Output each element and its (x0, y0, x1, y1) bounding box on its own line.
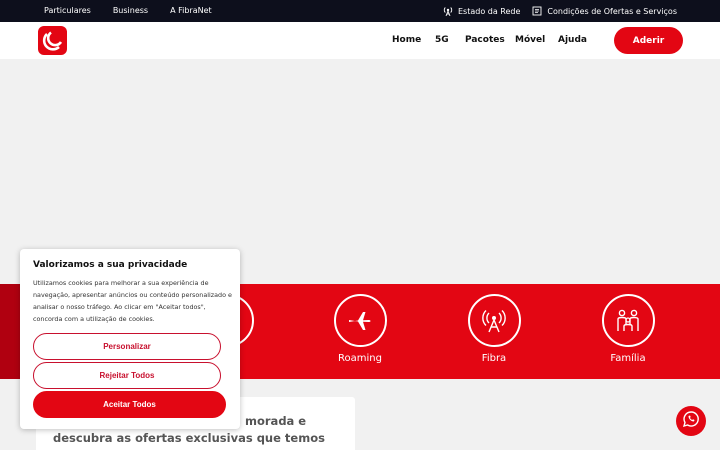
feature-item-familia[interactable]: Família (583, 294, 673, 364)
nav-movel[interactable]: Móvel (515, 35, 558, 45)
cookie-title: Valorizamos a sua privacidade (33, 260, 188, 270)
segment-links: Particulares Business A FibraNet (44, 6, 212, 15)
fibranet-logo[interactable] (38, 26, 67, 55)
aderir-button[interactable]: Aderir (614, 27, 683, 54)
feature-label-roaming: Roaming (338, 353, 382, 364)
features-band-edge (0, 284, 22, 379)
airplane-icon (333, 294, 387, 347)
feature-item-fibra[interactable]: Fibra (449, 294, 539, 364)
link-business[interactable]: Business (113, 6, 148, 15)
network-status-link[interactable]: Estado da Rede (443, 6, 520, 16)
nav-5g[interactable]: 5G (435, 35, 465, 45)
card-line-2: descubra as ofertas exclusivas que temos… (53, 431, 325, 450)
feature-label-fibra: Fibra (481, 353, 507, 364)
nav-home[interactable]: Home (392, 35, 435, 45)
network-status-label: Estado da Rede (458, 6, 521, 16)
feature-label-familia: Família (610, 353, 646, 364)
main-header: Home 5G Pacotes Móvel Ajuda Aderir (0, 22, 720, 59)
accept-all-button[interactable]: Aceitar Todos (33, 391, 226, 418)
document-icon (532, 6, 542, 16)
reject-all-button[interactable]: Rejeitar Todos (33, 362, 221, 389)
whatsapp-button[interactable] (676, 406, 706, 436)
conditions-link[interactable]: Condições de Ofertas e Serviços (532, 6, 677, 16)
cookie-body: Utilizamos cookies para melhorar a sua e… (33, 279, 232, 323)
link-particulares[interactable]: Particulares (44, 6, 91, 15)
nav-ajuda[interactable]: Ajuda (558, 35, 588, 45)
fiber-antenna-icon (467, 294, 521, 347)
feature-item-roaming[interactable]: Roaming (315, 294, 405, 364)
top-bar: Particulares Business A FibraNet Estado … (0, 0, 720, 22)
main-nav: Home 5G Pacotes Móvel Ajuda (392, 35, 588, 45)
family-icon (601, 294, 655, 347)
cookie-consent-dialog: Valorizamos a sua privacidade Utilizamos… (20, 249, 240, 429)
link-fibranet[interactable]: A FibraNet (170, 6, 212, 15)
customize-button[interactable]: Personalizar (33, 333, 221, 360)
nav-pacotes[interactable]: Pacotes (465, 35, 515, 45)
utility-links: Estado da Rede Condições de Ofertas e Se… (443, 6, 677, 16)
antenna-icon (443, 6, 453, 16)
whatsapp-icon (682, 410, 700, 432)
conditions-label: Condições de Ofertas e Serviços (547, 6, 677, 16)
